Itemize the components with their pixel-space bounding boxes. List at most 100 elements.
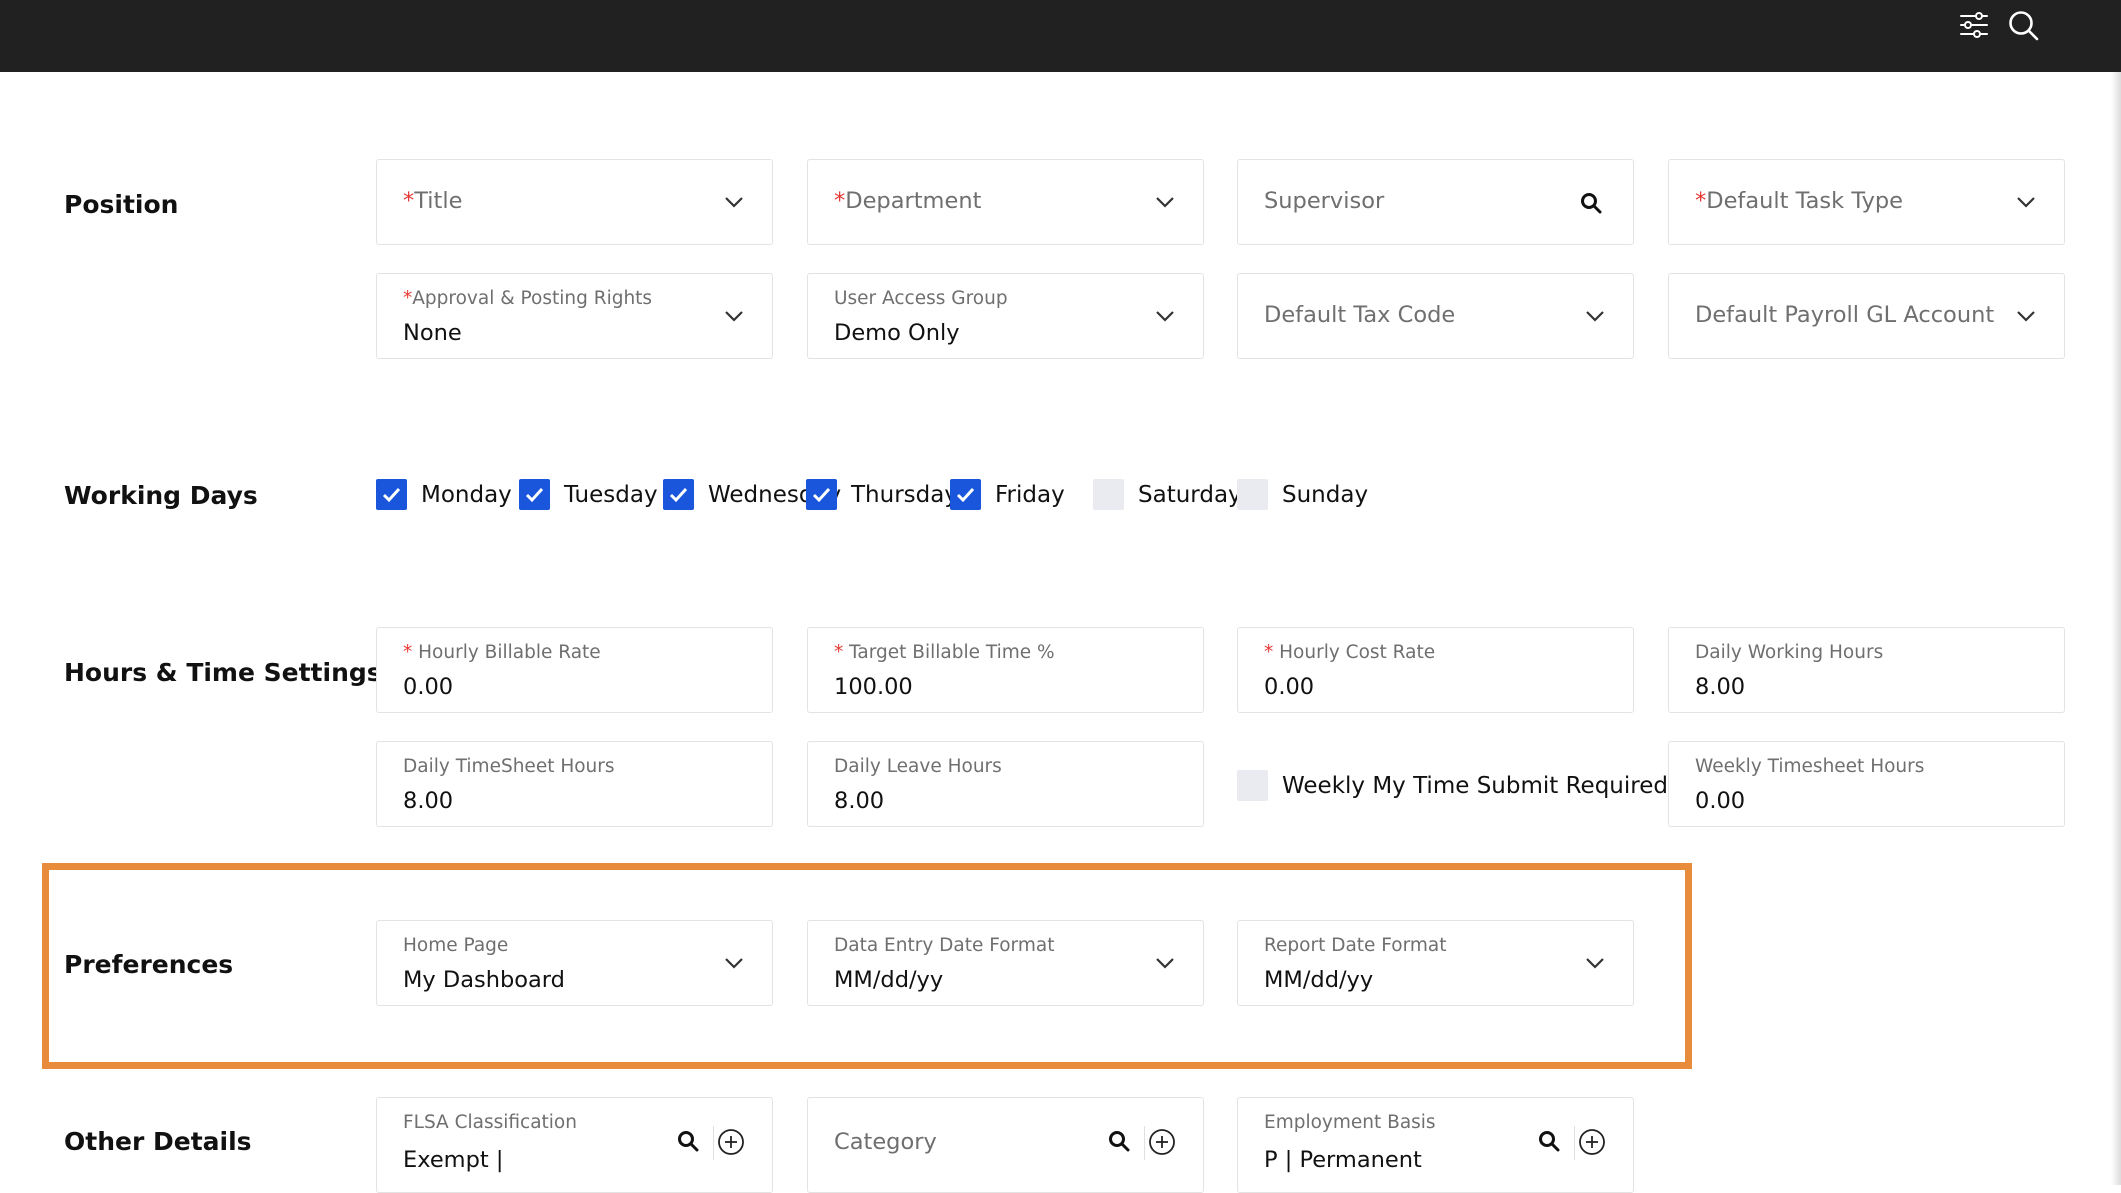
approval-value: None (403, 320, 462, 346)
approval-label: *Approval & Posting Rights (403, 288, 653, 309)
hourly-cost-rate-field[interactable]: * Hourly Cost Rate 0.00 (1237, 627, 1634, 713)
report-date-format-label: Report Date Format (1264, 935, 1447, 956)
title-select[interactable]: *Title (376, 159, 773, 245)
access-group-label: User Access Group (834, 288, 1008, 309)
daily-working-value: 8.00 (1695, 674, 1746, 700)
field-divider (1574, 1126, 1575, 1160)
home-page-label: Home Page (403, 935, 509, 956)
entry-date-format-label: Data Entry Date Format (834, 935, 1055, 956)
plus-circle-icon[interactable] (1148, 1128, 1176, 1156)
cost-rate-label: * Hourly Cost Rate (1264, 642, 1436, 663)
report-date-format-select[interactable]: Report Date Format MM/dd/yy (1237, 920, 1634, 1006)
home-page-select[interactable]: Home Page My Dashboard (376, 920, 773, 1006)
day-checkbox-tuesday[interactable] (519, 479, 550, 510)
daily-leave-label: Daily Leave Hours (834, 756, 1002, 777)
field-divider (1144, 1126, 1145, 1160)
day-checkbox-thursday[interactable] (806, 479, 837, 510)
user-access-group-select[interactable]: User Access Group Demo Only (807, 273, 1204, 359)
weekly-submit-label: Weekly My Time Submit Required (1282, 773, 1668, 799)
category-placeholder: Category (834, 1129, 937, 1155)
hourly-billable-rate-field[interactable]: * Hourly Billable Rate 0.00 (376, 627, 773, 713)
top-bar (0, 0, 2121, 72)
search-icon[interactable] (2006, 8, 2040, 42)
target-billable-label: * Target Billable Time % (834, 642, 1055, 663)
magnifier-icon[interactable] (1107, 1129, 1131, 1153)
weekly-submit-checkbox[interactable] (1237, 770, 1268, 801)
daily-leave-hours-field[interactable]: Daily Leave Hours 8.00 (807, 741, 1204, 827)
chevron-down-icon (1586, 311, 1604, 322)
day-label-tuesday: Tuesday (564, 482, 658, 508)
default-task-type-select[interactable]: *Default Task Type (1668, 159, 2065, 245)
home-page-value: My Dashboard (403, 967, 565, 993)
filter-sliders-icon[interactable] (1957, 8, 1991, 42)
weekly-timesheet-value: 0.00 (1695, 788, 1746, 814)
target-billable-time-field[interactable]: * Target Billable Time % 100.00 (807, 627, 1204, 713)
daily-working-hours-field[interactable]: Daily Working Hours 8.00 (1668, 627, 2065, 713)
weekly-timesheet-hours-field[interactable]: Weekly Timesheet Hours 0.00 (1668, 741, 2065, 827)
chevron-down-icon (2017, 197, 2035, 208)
tax-code-placeholder: Default Tax Code (1264, 302, 1456, 328)
supervisor-placeholder: Supervisor (1264, 188, 1385, 214)
weekly-timesheet-label: Weekly Timesheet Hours (1695, 756, 1925, 777)
chevron-down-icon (1156, 311, 1174, 322)
department-select[interactable]: *Department (807, 159, 1204, 245)
page-scrollbar[interactable] (2111, 72, 2121, 1185)
day-label-friday: Friday (995, 482, 1065, 508)
flsa-label: FLSA Classification (403, 1112, 577, 1133)
default-payroll-gl-select[interactable]: Default Payroll GL Account (1668, 273, 2065, 359)
section-title-working-days: Working Days (64, 481, 258, 510)
section-title-position: Position (64, 190, 179, 219)
employment-basis-lookup[interactable]: Employment Basis P | Permanent (1237, 1097, 1634, 1193)
department-placeholder: *Department (834, 188, 982, 214)
check-icon (812, 487, 831, 503)
chevron-down-icon (725, 197, 743, 208)
section-title-hours: Hours & Time Settings (64, 658, 382, 687)
supervisor-lookup[interactable]: Supervisor (1237, 159, 1634, 245)
target-billable-value: 100.00 (834, 674, 913, 700)
magnifier-icon[interactable] (1579, 191, 1603, 215)
access-group-value: Demo Only (834, 320, 960, 346)
chevron-down-icon (1586, 958, 1604, 969)
day-checkbox-friday[interactable] (950, 479, 981, 510)
default-tax-code-select[interactable]: Default Tax Code (1237, 273, 1634, 359)
day-checkbox-saturday[interactable] (1093, 479, 1124, 510)
field-divider (713, 1126, 714, 1160)
day-checkbox-wednesday[interactable] (663, 479, 694, 510)
magnifier-icon[interactable] (1537, 1129, 1561, 1153)
payroll-gl-placeholder: Default Payroll GL Account (1695, 302, 1995, 328)
default-task-type-placeholder: *Default Task Type (1695, 188, 1904, 214)
check-icon (382, 487, 401, 503)
daily-leave-value: 8.00 (834, 788, 885, 814)
check-icon (956, 487, 975, 503)
chevron-down-icon (725, 958, 743, 969)
check-icon (669, 487, 688, 503)
billable-rate-value: 0.00 (403, 674, 454, 700)
chevron-down-icon (725, 311, 743, 322)
chevron-down-icon (1156, 958, 1174, 969)
day-checkbox-monday[interactable] (376, 479, 407, 510)
entry-date-format-value: MM/dd/yy (834, 967, 944, 993)
category-lookup[interactable]: Category (807, 1097, 1204, 1193)
day-label-saturday: Saturday (1138, 482, 1242, 508)
data-entry-date-format-select[interactable]: Data Entry Date Format MM/dd/yy (807, 920, 1204, 1006)
day-label-monday: Monday (421, 482, 512, 508)
approval-posting-rights-select[interactable]: *Approval & Posting Rights None (376, 273, 773, 359)
plus-circle-icon[interactable] (1578, 1128, 1606, 1156)
day-checkbox-sunday[interactable] (1237, 479, 1268, 510)
magnifier-icon[interactable] (676, 1129, 700, 1153)
daily-working-label: Daily Working Hours (1695, 642, 1884, 663)
daily-timesheet-value: 8.00 (403, 788, 454, 814)
chevron-down-icon (1156, 197, 1174, 208)
check-icon (525, 487, 544, 503)
daily-timesheet-label: Daily TimeSheet Hours (403, 756, 615, 777)
day-label-thursday: Thursday (851, 482, 958, 508)
employment-basis-label: Employment Basis (1264, 1112, 1436, 1133)
plus-circle-icon[interactable] (717, 1128, 745, 1156)
cost-rate-value: 0.00 (1264, 674, 1315, 700)
employment-basis-value: P | Permanent (1264, 1147, 1422, 1173)
daily-timesheet-hours-field[interactable]: Daily TimeSheet Hours 8.00 (376, 741, 773, 827)
flsa-classification-lookup[interactable]: FLSA Classification Exempt | (376, 1097, 773, 1193)
chevron-down-icon (2017, 311, 2035, 322)
section-title-other-details: Other Details (64, 1127, 252, 1156)
day-label-sunday: Sunday (1282, 482, 1369, 508)
